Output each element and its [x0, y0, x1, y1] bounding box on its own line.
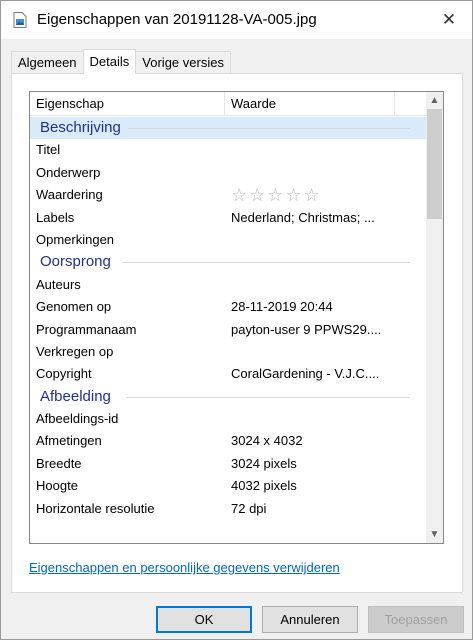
property-name: Afmetingen	[36, 433, 102, 449]
apply-button[interactable]: Toepassen	[368, 606, 464, 633]
group-divider	[128, 128, 410, 129]
property-name: Horizontale resolutie	[36, 500, 155, 516]
property-name: Opmerkingen	[36, 231, 115, 247]
property-name: Copyright	[36, 366, 92, 382]
remove-properties-link[interactable]: Eigenschappen en persoonlijke gegevens v…	[29, 560, 340, 575]
details-panel: Eigenschap Waarde Beschrijving Titel Ond…	[11, 73, 463, 593]
property-row[interactable]: Programmanaam payton-user 9 PPWS29....	[30, 319, 428, 341]
property-row[interactable]: Breedte 3024 pixels	[30, 453, 428, 475]
property-row[interactable]: Copyright CoralGardening - V.J.C....	[30, 363, 428, 385]
group-header-origin[interactable]: Oorsprong	[30, 251, 428, 273]
group-title: Beschrijving	[40, 119, 121, 136]
vertical-scrollbar[interactable]: ▲ ▼	[426, 92, 443, 543]
tab-general[interactable]: Algemeen	[11, 51, 84, 73]
property-value: 4032 pixels	[231, 478, 297, 494]
image-file-icon	[13, 12, 27, 28]
rating-stars[interactable]: ☆☆☆☆☆	[231, 185, 322, 206]
property-value: 3024 x 4032	[231, 433, 303, 449]
property-name: Labels	[36, 209, 75, 225]
column-header-property[interactable]: Eigenschap	[30, 92, 225, 115]
column-header-value[interactable]: Waarde	[225, 92, 395, 115]
property-name: Programmanaam	[36, 321, 137, 337]
property-name: Breedte	[36, 455, 82, 471]
scrollbar-thumb[interactable]	[427, 109, 442, 219]
close-icon: ✕	[441, 10, 457, 29]
property-row[interactable]: Verkregen op	[30, 341, 428, 363]
group-divider	[122, 262, 410, 264]
property-value: CoralGardening - V.J.C....	[231, 366, 380, 382]
property-name: Genomen op	[36, 299, 112, 315]
cancel-button[interactable]: Annuleren	[262, 606, 358, 633]
scroll-down-button[interactable]: ▼	[426, 526, 443, 543]
property-name: Hoogte	[36, 478, 78, 494]
property-row[interactable]: Titel	[30, 139, 428, 161]
property-row[interactable]: Hoogte 4032 pixels	[30, 475, 428, 497]
chevron-up-icon: ▲	[429, 95, 440, 106]
group-title: Afbeelding	[40, 387, 111, 405]
property-row[interactable]: Waardering ☆☆☆☆☆	[30, 184, 428, 206]
ok-button[interactable]: OK	[156, 606, 252, 633]
property-row[interactable]: Genomen op 28-11-2019 20:44	[30, 296, 428, 318]
group-header-image[interactable]: Afbeelding	[30, 386, 428, 408]
property-row[interactable]: Auteurs	[30, 274, 428, 296]
tab-previous-versions[interactable]: Vorige versies	[135, 51, 231, 73]
property-row[interactable]: Onderwerp	[30, 162, 428, 184]
property-value: 28-11-2019 20:44	[231, 299, 333, 315]
property-name: Verkregen op	[36, 343, 114, 359]
property-name: Titel	[36, 142, 61, 158]
list-header: Eigenschap Waarde	[30, 92, 428, 116]
tab-details[interactable]: Details	[82, 49, 137, 74]
window-title: Eigenschappen van 20191128-VA-005.jpg	[37, 11, 317, 28]
property-name: Afbeeldings-id	[36, 411, 119, 427]
property-name: Onderwerp	[36, 164, 101, 180]
property-row[interactable]: Horizontale resolutie 72 dpi	[30, 498, 428, 520]
property-value: 3024 pixels	[231, 455, 297, 471]
property-value: Nederland; Christmas; ...	[231, 209, 375, 225]
close-button[interactable]: ✕	[426, 1, 472, 39]
chevron-down-icon: ▼	[429, 529, 440, 540]
property-name: Auteurs	[36, 276, 81, 292]
tab-bar: Algemeen Details Vorige versies	[11, 49, 231, 74]
property-rows: Beschrijving Titel Onderwerp Waardering …	[30, 117, 428, 520]
properties-dialog: Eigenschappen van 20191128-VA-005.jpg ✕ …	[0, 0, 473, 640]
group-divider	[126, 396, 410, 398]
scroll-up-button[interactable]: ▲	[426, 92, 443, 109]
property-value: 72 dpi	[231, 500, 267, 516]
property-value: payton-user 9 PPWS29....	[231, 321, 382, 337]
property-row[interactable]: Afmetingen 3024 x 4032	[30, 430, 428, 452]
property-row[interactable]: Afbeeldings-id	[30, 408, 428, 430]
group-title: Oorsprong	[40, 253, 111, 271]
property-row[interactable]: Opmerkingen	[30, 229, 428, 251]
title-bar[interactable]: Eigenschappen van 20191128-VA-005.jpg ✕	[1, 1, 472, 39]
property-name: Waardering	[36, 187, 103, 203]
properties-list[interactable]: Eigenschap Waarde Beschrijving Titel Ond…	[29, 91, 444, 544]
property-row[interactable]: Labels Nederland; Christmas; ...	[30, 207, 428, 229]
group-header-description[interactable]: Beschrijving	[30, 117, 428, 140]
